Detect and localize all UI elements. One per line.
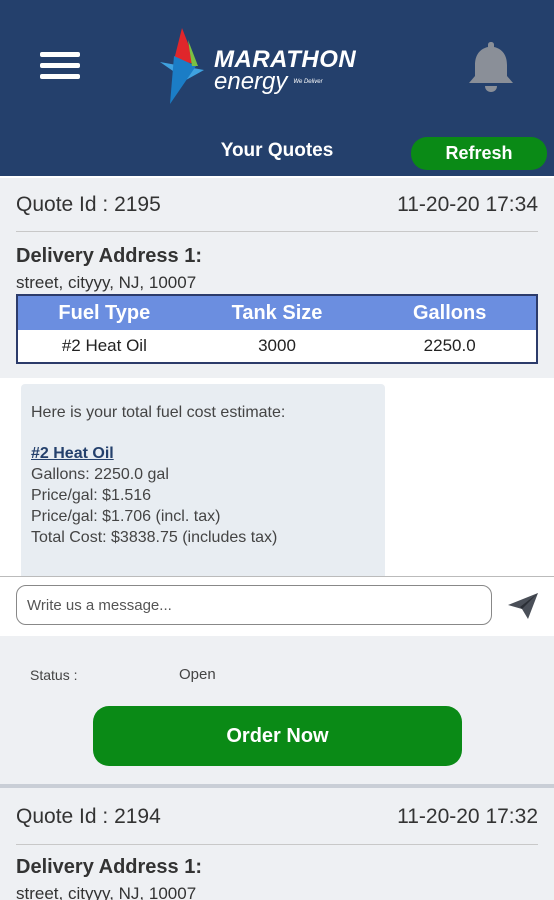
- column-header-fuel-type: Fuel Type: [58, 301, 151, 324]
- status-section: Status : Open Order Now: [0, 636, 554, 784]
- delivery-address-label: Delivery Address 1:: [16, 856, 203, 878]
- estimate-message-bubble: Here is your total fuel cost estimate: #…: [21, 384, 385, 578]
- cell-gallons: 2250.0: [423, 336, 476, 355]
- estimate-gallons: Gallons: 2250.0 gal: [31, 466, 169, 483]
- delivery-address-value: street, cityyy, NJ, 10007: [16, 273, 197, 292]
- column-header-gallons: Gallons: [413, 301, 487, 324]
- send-icon[interactable]: [506, 591, 540, 621]
- logo-text: MARATHON energy We Deliver: [214, 48, 356, 94]
- estimate-price-per-gal-tax: Price/gal: $1.706 (incl. tax): [31, 508, 221, 525]
- marathon-energy-logo: MARATHON energy We Deliver: [152, 26, 392, 106]
- divider: [16, 231, 538, 232]
- order-now-button[interactable]: Order Now: [93, 706, 462, 766]
- quote-card: Quote Id : 2195 11-20-20 17:34 Delivery …: [0, 178, 554, 378]
- estimate-fuel-name: #2 Heat Oil: [31, 445, 114, 462]
- table-row: #2 Heat Oil 3000 2250.0: [18, 330, 536, 362]
- divider: [16, 844, 538, 845]
- cell-fuel-type: #2 Heat Oil: [61, 336, 147, 355]
- cell-tank-size: 3000: [258, 336, 296, 355]
- logo-mark-icon: [160, 28, 204, 104]
- quote-id-label: Quote Id :: [16, 805, 109, 828]
- delivery-address-label: Delivery Address 1:: [16, 245, 203, 267]
- status-value: Open: [179, 666, 216, 683]
- message-composer: [0, 576, 554, 636]
- estimate-intro: Here is your total fuel cost estimate:: [31, 404, 286, 421]
- estimate-price-per-gal: Price/gal: $1.516: [31, 487, 152, 504]
- logo-sub: energy We Deliver: [214, 70, 356, 94]
- hamburger-menu-icon[interactable]: [40, 52, 82, 82]
- fuel-table-header: Fuel Type Tank Size Gallons: [18, 296, 536, 330]
- logo-sub-text: energy: [214, 68, 288, 95]
- logo-tagline: We Deliver: [293, 79, 323, 85]
- refresh-button[interactable]: Refresh: [411, 137, 547, 170]
- quote-datetime: 11-20-20 17:32: [397, 805, 538, 828]
- quote-id-row: Quote Id : 2194 11-20-20 17:32: [16, 805, 538, 829]
- quote-id-value: 2194: [114, 805, 161, 828]
- quote-card: Quote Id : 2194 11-20-20 17:32 Delivery …: [0, 788, 554, 900]
- status-label: Status :: [30, 667, 78, 683]
- quote-id-row: Quote Id : 2195 11-20-20 17:34: [16, 193, 538, 217]
- fuel-table: Fuel Type Tank Size Gallons #2 Heat Oil …: [16, 294, 538, 364]
- quote-id-label: Quote Id :: [16, 193, 109, 216]
- column-header-tank-size: Tank Size: [231, 301, 323, 324]
- bell-icon[interactable]: [463, 38, 519, 94]
- message-input[interactable]: [16, 585, 492, 625]
- chat-area[interactable]: Here is your total fuel cost estimate: #…: [0, 378, 554, 578]
- quote-datetime: 11-20-20 17:34: [397, 193, 538, 216]
- app-header: MARATHON energy We Deliver Your Quotes Re…: [0, 0, 554, 176]
- estimate-total-cost: Total Cost: $3838.75 (includes tax): [31, 529, 278, 546]
- quote-id-value: 2195: [114, 193, 161, 216]
- delivery-address-value: street, cityyy, NJ, 10007: [16, 884, 197, 900]
